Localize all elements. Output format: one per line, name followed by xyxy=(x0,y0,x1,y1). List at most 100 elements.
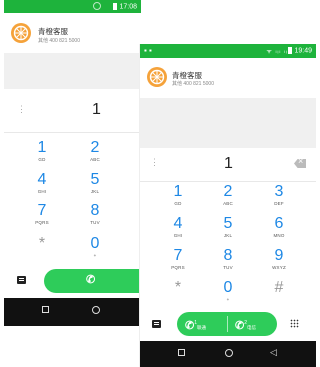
suggestion-area xyxy=(4,53,141,89)
key-letters: JKL xyxy=(90,189,100,194)
key-digit: 7 xyxy=(173,247,183,264)
status-time: 19:49 xyxy=(288,47,312,54)
key-1[interactable]: 1 GD xyxy=(166,184,190,207)
key-digit: 7 xyxy=(37,202,47,219)
dial-input-row: ⋮ 1 xyxy=(4,89,141,133)
key-letters: GHI xyxy=(173,233,183,238)
key-star[interactable]: * xyxy=(31,236,53,253)
key-letters: TUV xyxy=(223,265,233,270)
key-7[interactable]: 7 PQRS xyxy=(31,202,53,226)
key-digit: 5 xyxy=(90,171,100,188)
key-digit: 2 xyxy=(223,183,233,200)
navigation-bar xyxy=(4,298,141,326)
key-digit: 3 xyxy=(274,183,284,200)
key-digit: * xyxy=(38,235,46,252)
key-digit: 4 xyxy=(37,171,47,188)
key-digit: 0 xyxy=(90,235,100,252)
home-button[interactable] xyxy=(92,306,100,314)
status-bar: ▪ ▪ ᯤ ₗᵢₗ ₗᵢₗ 19:49 xyxy=(140,44,316,58)
dialpad-toggle-icon[interactable] xyxy=(290,319,299,328)
key-digit: 2 xyxy=(90,139,100,156)
dialed-number[interactable]: 1 xyxy=(92,101,101,119)
key-star[interactable]: * xyxy=(166,280,190,297)
key-5[interactable]: 5 JKL xyxy=(216,216,240,239)
contact-number: 其他 400 821 5000 xyxy=(172,81,214,87)
key-0[interactable]: 0 + xyxy=(84,235,106,259)
dialed-number[interactable]: 1 xyxy=(224,155,233,173)
key-hash[interactable]: # xyxy=(267,280,291,297)
key-9[interactable]: 9 WXYZ xyxy=(267,247,291,271)
orange-logo-icon xyxy=(147,67,167,87)
key-letters: MNO xyxy=(273,233,285,238)
battery-icon xyxy=(113,3,118,10)
key-digit: 4 xyxy=(173,215,183,232)
phone-icon: ✆ xyxy=(86,274,96,286)
message-icon[interactable] xyxy=(152,320,161,328)
call-sim2-button[interactable]: ✆2电信 xyxy=(235,316,256,334)
notification-icons: ▪ ▪ xyxy=(144,46,152,55)
call-sim1-button[interactable]: ✆1联通 xyxy=(185,316,206,334)
dialer-screen-back: 17:08 青橙客服 其他 400 821 5000 ⋮ 1 1 GD 2 ABC … xyxy=(4,0,141,331)
backspace-icon[interactable] xyxy=(294,159,306,168)
message-icon[interactable] xyxy=(17,276,26,284)
contact-suggestion[interactable]: 青橙客服 其他 400 821 5000 xyxy=(4,13,141,53)
key-5[interactable]: 5 JKL xyxy=(84,171,106,195)
status-time-text: 19:49 xyxy=(294,47,312,55)
recents-button[interactable] xyxy=(42,306,49,313)
key-7[interactable]: 7 PQRS xyxy=(166,247,190,271)
key-letters: TUV xyxy=(90,220,100,225)
do-not-disturb-icon xyxy=(93,2,101,10)
key-2[interactable]: 2 ABC xyxy=(84,139,106,163)
call-button[interactable]: ✆ xyxy=(44,269,141,293)
battery-icon xyxy=(288,47,293,54)
key-digit: 1 xyxy=(37,139,47,156)
status-time: 17:08 xyxy=(113,3,137,10)
contact-name: 青橙客服 xyxy=(38,27,68,36)
key-letters: GD xyxy=(38,157,46,162)
key-6[interactable]: 6 MNO xyxy=(267,215,291,239)
key-letters: + xyxy=(226,297,230,302)
key-letters: + xyxy=(93,253,97,258)
home-button[interactable] xyxy=(225,349,233,357)
call-divider xyxy=(227,316,228,332)
key-letters: PQRS xyxy=(35,220,49,225)
key-letters: GD xyxy=(174,201,182,206)
orange-logo-icon xyxy=(11,23,31,43)
key-2[interactable]: 2 ABC xyxy=(216,183,240,207)
key-digit: * xyxy=(174,279,182,296)
more-options-icon[interactable]: ⋮ xyxy=(150,157,159,168)
key-letters: PQRS xyxy=(171,265,185,270)
key-4[interactable]: 4 GHI xyxy=(166,215,190,239)
phone-icon: ✆ xyxy=(185,320,195,332)
key-1[interactable]: 1 GD xyxy=(31,139,53,163)
call-bar: ✆ xyxy=(4,266,141,294)
key-digit: 8 xyxy=(90,202,100,219)
sim-slot-number: 1 xyxy=(194,320,197,326)
key-digit: 6 xyxy=(274,215,284,232)
status-time-text: 17:08 xyxy=(119,3,137,11)
key-digit: 8 xyxy=(223,247,233,264)
key-3[interactable]: 3 DEF xyxy=(267,183,291,207)
key-letters: ABC xyxy=(223,201,233,206)
key-letters: WXYZ xyxy=(272,265,286,270)
more-options-icon[interactable]: ⋮ xyxy=(17,104,26,115)
key-digit: 9 xyxy=(274,247,284,264)
key-digit: # xyxy=(274,279,284,296)
key-0[interactable]: 0 + xyxy=(216,279,240,303)
status-bar: 17:08 xyxy=(4,0,141,13)
contact-suggestion[interactable]: 青橙客服 其他 400 821 5000 xyxy=(140,58,316,98)
signal-icons: ᯤ ₗᵢₗ ₗᵢₗ xyxy=(266,49,290,55)
sim-operator: 电信 xyxy=(247,325,256,330)
suggestion-area xyxy=(140,98,316,148)
call-bar: ✆1联通 ✆2电信 xyxy=(140,312,316,336)
key-8[interactable]: 8 TUV xyxy=(216,247,240,271)
dialer-screen-front: ▪ ▪ ᯤ ₗᵢₗ ₗᵢₗ 19:49 青橙客服 其他 400 821 5000… xyxy=(140,44,316,367)
recents-button[interactable] xyxy=(178,349,185,356)
key-letters: DEF xyxy=(274,201,284,206)
back-button[interactable]: ◁ xyxy=(270,348,277,357)
key-digit: 0 xyxy=(223,279,233,296)
key-4[interactable]: 4 GHI xyxy=(31,171,53,195)
key-letters: GHI xyxy=(37,189,47,194)
key-letters: JKL xyxy=(223,233,233,238)
key-8[interactable]: 8 TUV xyxy=(84,202,106,226)
